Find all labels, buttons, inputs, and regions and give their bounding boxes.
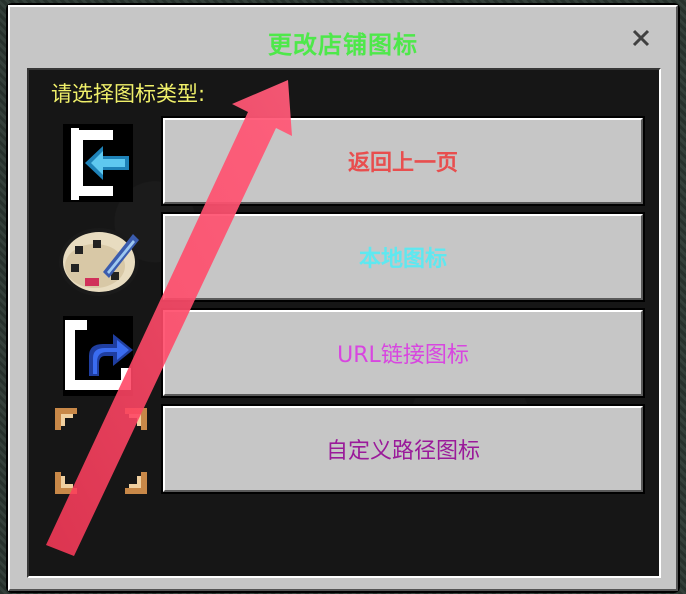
local-icon-button[interactable]: 本地图标: [161, 212, 645, 302]
back-button[interactable]: 返回上一页: [161, 116, 645, 206]
url-link-icon-button[interactable]: URL链接图标: [161, 308, 645, 398]
close-icon[interactable]: [630, 27, 652, 49]
share-link-icon: [51, 310, 147, 400]
custom-path-icon-button[interactable]: 自定义路径图标: [161, 404, 645, 494]
back-arrow-icon: [51, 118, 147, 208]
prompt-label: 请选择图标类型:: [51, 82, 206, 106]
custom-path-frame-icon: [51, 406, 147, 496]
dialog-title: 更改店铺图标: [268, 31, 418, 59]
icon-type-panel: 请选择图标类型: 返回上一页 本地图标 URL链接图标 自定义路径图标: [27, 68, 661, 578]
change-shop-icon-dialog: 更改店铺图标 请选择图标类型: 返回上一页 本地图标 URL链接图标 自定义路径…: [8, 5, 678, 591]
palette-brush-icon: [51, 214, 147, 304]
